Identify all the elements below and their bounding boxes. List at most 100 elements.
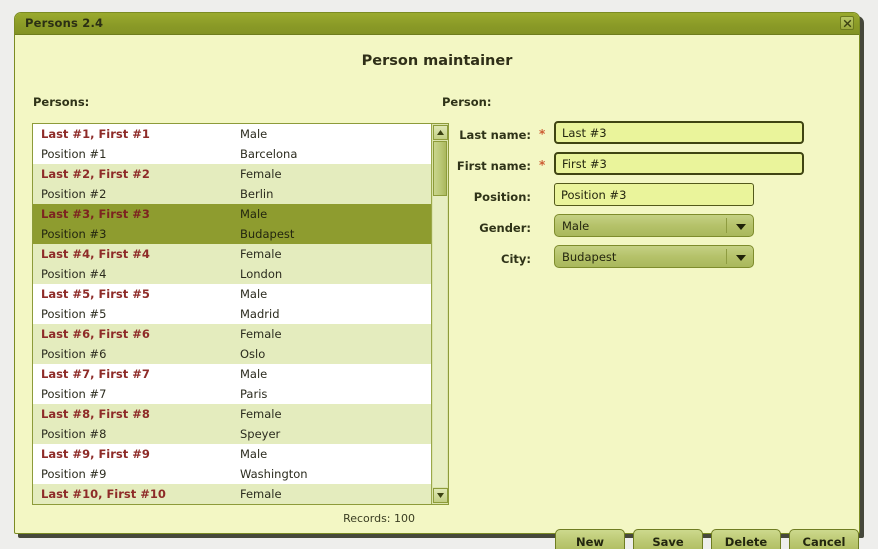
person-list-row[interactable]: Last #5, First #5 Male Position #5 Madrid bbox=[33, 284, 431, 324]
person-position: Position #9 bbox=[41, 467, 107, 481]
person-list-row[interactable]: Last #1, First #1 Male Position #1 Barcelon… bbox=[33, 124, 431, 164]
person-row-line-secondary: Position #6 Oslo bbox=[33, 344, 431, 364]
person-row-line-primary: Last #3, First #3 Male bbox=[33, 204, 431, 224]
person-position: Position #1 bbox=[41, 147, 107, 161]
last-name-required-mark: * bbox=[539, 127, 546, 141]
person-gender: Female bbox=[240, 327, 282, 341]
person-gender: Male bbox=[240, 127, 268, 141]
person-row-line-primary: Last #8, First #8 Female bbox=[33, 404, 431, 424]
person-name: Last #9, First #9 bbox=[41, 447, 150, 461]
chevron-down-icon bbox=[736, 224, 746, 230]
person-row-line-secondary: Position #9 Washington bbox=[33, 464, 431, 484]
person-row-line-secondary: Position #3 Budapest bbox=[33, 224, 431, 244]
person-list-row[interactable]: Last #8, First #8 Female Position #8 Speyer bbox=[33, 404, 431, 444]
person-row-line-primary: Last #4, First #4 Female bbox=[33, 244, 431, 264]
person-row-line-secondary: Position #5 Madrid bbox=[33, 304, 431, 324]
person-name: Last #5, First #5 bbox=[41, 287, 150, 301]
save-button[interactable]: Save bbox=[633, 529, 703, 549]
app-root: Persons 2.4 Person maintainer Persons: P… bbox=[0, 0, 878, 549]
person-gender: Female bbox=[240, 247, 282, 261]
window-title: Persons 2.4 bbox=[25, 16, 104, 30]
position-label: Position: bbox=[473, 190, 531, 204]
person-row-line-primary: Last #2, First #2 Female bbox=[33, 164, 431, 184]
persons-list-body: Last #1, First #1 Male Position #1 Barcelon… bbox=[33, 124, 431, 504]
person-row-line-secondary: Position #4 London bbox=[33, 264, 431, 284]
person-position: Position #8 bbox=[41, 427, 107, 441]
person-city: Berlin bbox=[240, 187, 274, 201]
person-city: London bbox=[240, 267, 283, 281]
delete-button[interactable]: Delete bbox=[711, 529, 781, 549]
person-row-line-primary: Last #7, First #7 Male bbox=[33, 364, 431, 384]
close-icon[interactable] bbox=[840, 16, 854, 30]
first-name-required-mark: * bbox=[539, 158, 546, 172]
persons-list[interactable]: Last #1, First #1 Male Position #1 Barcelon… bbox=[32, 123, 449, 505]
person-row-line-primary: Last #9, First #9 Male bbox=[33, 444, 431, 464]
person-form-label: Person: bbox=[442, 95, 492, 109]
person-list-row[interactable]: Last #3, First #3 Male Position #3 Budapest bbox=[33, 204, 431, 244]
person-list-row[interactable]: Last #2, First #2 Female Position #2 Berlin bbox=[33, 164, 431, 204]
person-position: Position #4 bbox=[41, 267, 107, 281]
new-button[interactable]: New bbox=[555, 529, 625, 549]
field-row-first-name: First name: * bbox=[442, 152, 842, 183]
position-input[interactable] bbox=[554, 183, 754, 206]
cancel-button[interactable]: Cancel bbox=[789, 529, 859, 549]
city-selected-value: Budapest bbox=[562, 250, 617, 264]
person-list-row[interactable]: Last #7, First #7 Male Position #7 Paris bbox=[33, 364, 431, 404]
person-gender: Female bbox=[240, 167, 282, 181]
person-name: Last #7, First #7 bbox=[41, 367, 150, 381]
first-name-label: First name: bbox=[456, 159, 531, 173]
person-row-line-primary: Last #10, First #10 Female bbox=[33, 484, 431, 504]
persons-list-label: Persons: bbox=[33, 95, 90, 109]
field-row-city: City: Budapest bbox=[442, 245, 842, 276]
person-gender: Male bbox=[240, 207, 268, 221]
person-name: Last #4, First #4 bbox=[41, 247, 150, 261]
person-list-row[interactable]: Last #9, First #9 Male Position #9 Washingt… bbox=[33, 444, 431, 484]
person-gender: Male bbox=[240, 367, 268, 381]
person-position: Position #7 bbox=[41, 387, 107, 401]
field-row-last-name: Last name: * bbox=[442, 121, 842, 152]
person-name: Last #8, First #8 bbox=[41, 407, 150, 421]
last-name-label: Last name: bbox=[459, 128, 531, 142]
person-list-row[interactable]: Last #10, First #10FemalePosition #10Wie… bbox=[33, 484, 431, 504]
person-city: Barcelona bbox=[240, 147, 298, 161]
person-city: Oslo bbox=[240, 347, 266, 361]
window-titlebar: Persons 2.4 bbox=[15, 13, 859, 35]
page-title: Person maintainer bbox=[361, 53, 513, 69]
person-gender: Female bbox=[240, 407, 282, 421]
triangle-down-icon[interactable] bbox=[433, 488, 448, 503]
person-city: Budapest bbox=[240, 227, 295, 241]
person-list-row[interactable]: Last #4, First #4 Female Position #4 London bbox=[33, 244, 431, 284]
person-position: Position #5 bbox=[41, 307, 107, 321]
person-gender: Female bbox=[240, 487, 282, 501]
person-row-line-secondary: Position #7 Paris bbox=[33, 384, 431, 404]
persons-dialog-window: Persons 2.4 Person maintainer Persons: P… bbox=[14, 12, 860, 549]
person-name: Last #6, First #6 bbox=[41, 327, 150, 341]
dropdown-separator bbox=[726, 218, 727, 233]
person-position: Position #3 bbox=[41, 227, 107, 241]
person-city: Madrid bbox=[240, 307, 280, 321]
person-row-line-primary: Last #1, First #1 Male bbox=[33, 124, 431, 144]
person-city: Speyer bbox=[240, 427, 281, 441]
city-label: City: bbox=[501, 252, 531, 266]
person-list-row[interactable]: Last #6, First #6 Female Position #6 Oslo bbox=[33, 324, 431, 364]
field-row-position: Position: bbox=[442, 183, 842, 214]
person-name: Last #10, First #10 bbox=[41, 487, 166, 501]
gender-selected-value: Male bbox=[562, 219, 590, 233]
person-position: Position #6 bbox=[41, 347, 107, 361]
city-dropdown[interactable]: Budapest bbox=[554, 245, 754, 268]
records-count: Records: 100 bbox=[343, 512, 415, 525]
last-name-input[interactable] bbox=[554, 121, 804, 144]
chevron-down-icon bbox=[736, 255, 746, 261]
first-name-input[interactable] bbox=[554, 152, 804, 175]
gender-dropdown[interactable]: Male bbox=[554, 214, 754, 237]
person-row-line-secondary: Position #2 Berlin bbox=[33, 184, 431, 204]
person-gender: Male bbox=[240, 287, 268, 301]
gender-label: Gender: bbox=[479, 221, 531, 235]
person-form: Last name: * First name: * Position: Gen… bbox=[442, 121, 842, 276]
person-gender: Male bbox=[240, 447, 268, 461]
dropdown-separator bbox=[726, 249, 727, 264]
dialog-content: Person maintainer Persons: Person: Last … bbox=[15, 35, 859, 549]
person-row-line-primary: Last #5, First #5 Male bbox=[33, 284, 431, 304]
person-position: Position #2 bbox=[41, 187, 107, 201]
field-row-gender: Gender: Male bbox=[442, 214, 842, 245]
